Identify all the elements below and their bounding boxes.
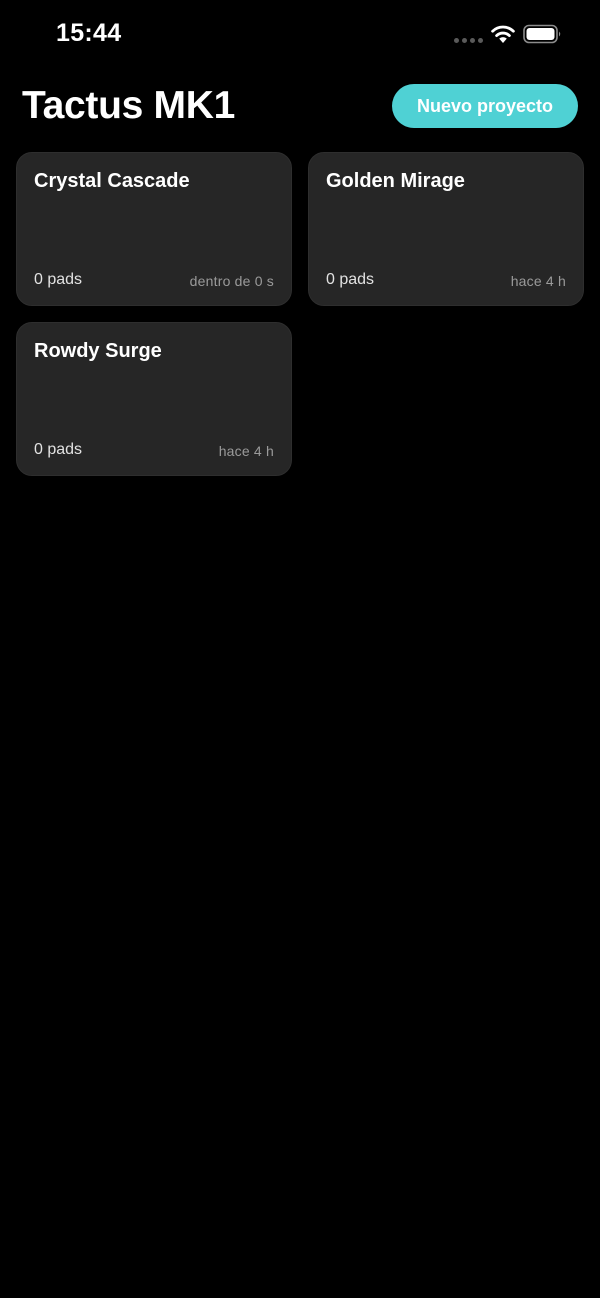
- status-time: 15:44: [56, 19, 122, 47]
- status-bar: 15:44: [0, 0, 600, 70]
- project-card[interactable]: Rowdy Surge 0 pads hace 4 h: [16, 322, 292, 476]
- project-pads-count: 0 pads: [34, 441, 83, 458]
- project-card[interactable]: Crystal Cascade 0 pads dentro de 0 s: [16, 152, 292, 306]
- header: Tactus MK1 Nuevo proyecto: [0, 80, 600, 140]
- project-grid: Crystal Cascade 0 pads dentro de 0 s Gol…: [16, 152, 584, 476]
- new-project-button[interactable]: Nuevo proyecto: [392, 84, 578, 128]
- project-timestamp: hace 4 h: [510, 273, 566, 289]
- project-pads-count: 0 pads: [34, 271, 83, 288]
- project-name: Crystal Cascade: [34, 170, 190, 192]
- project-name: Golden Mirage: [326, 170, 465, 192]
- project-name: Rowdy Surge: [34, 340, 162, 362]
- project-timestamp: hace 4 h: [218, 443, 274, 459]
- project-pads-count: 0 pads: [326, 271, 375, 288]
- wifi-icon: [491, 25, 515, 43]
- page-title: Tactus MK1: [22, 84, 235, 127]
- project-timestamp: dentro de 0 s: [189, 273, 274, 289]
- signal-dots-icon: [454, 38, 483, 43]
- project-card[interactable]: Golden Mirage 0 pads hace 4 h: [308, 152, 584, 306]
- battery-icon: [523, 24, 561, 44]
